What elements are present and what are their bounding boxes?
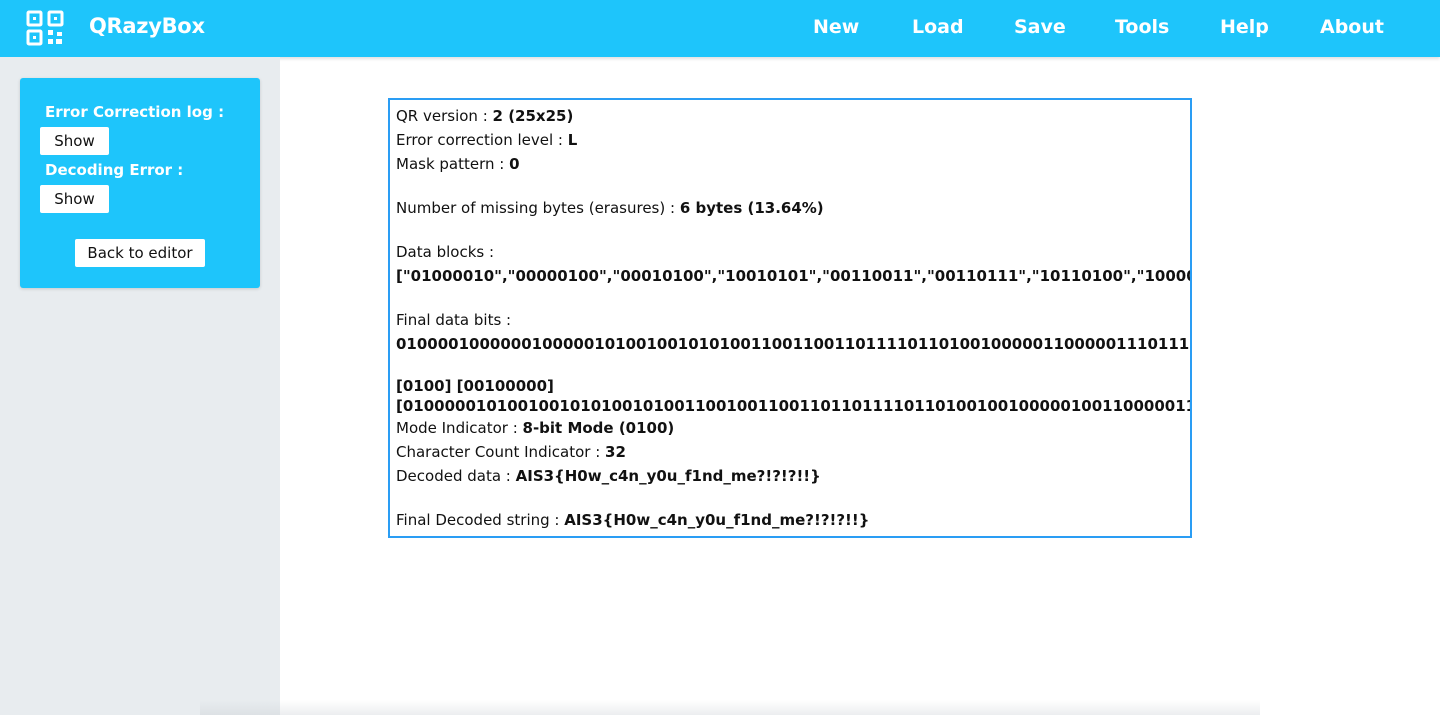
- data-blocks-line: ["01000010","00000100","00010100","10010…: [396, 264, 1192, 288]
- final-bits-line: 0100001000000100000101001001010100110011…: [396, 332, 1190, 356]
- decoding-error-label: Decoding Error :: [45, 161, 184, 179]
- nav-tools[interactable]: Tools: [1115, 16, 1169, 38]
- nav-help[interactable]: Help: [1220, 16, 1269, 38]
- mask-label: Mask pattern :: [396, 155, 510, 173]
- missing-bytes-line: Number of missing bytes (erasures) : 6 b…: [396, 196, 1190, 220]
- decode-result-content: QR version : 2 (25x25) Error correction …: [396, 104, 1192, 532]
- nav-new[interactable]: New: [813, 16, 859, 38]
- segment-bits-line: [010000010100100101010010100110010011001…: [396, 396, 1190, 416]
- ecl-label: Error correction level :: [396, 131, 568, 149]
- decoded-value: AIS3{H0w_c4n_y0u_f1nd_me?!?!?!!}: [515, 467, 821, 485]
- final-bits-value: 0100001000000100000101001001010100110011…: [396, 335, 1190, 353]
- decode-panel: Error Correction log : Show Decoding Err…: [20, 78, 260, 288]
- data-blocks-label: Data blocks :: [396, 243, 495, 261]
- data-blocks-value: ["01000010","00000100","00010100","10010…: [396, 267, 1192, 285]
- nav-save[interactable]: Save: [1014, 16, 1066, 38]
- bottom-shadow: [200, 700, 1260, 715]
- missing-bytes-value: 6 bytes (13.64%): [679, 199, 824, 217]
- final-string-line: Final Decoded string : AIS3{H0w_c4n_y0u_…: [396, 508, 1190, 532]
- final-string-value: AIS3{H0w_c4n_y0u_f1nd_me?!?!?!!}: [564, 511, 870, 529]
- missing-bytes-label: Number of missing bytes (erasures) :: [396, 199, 680, 217]
- decode-result-box: QR version : 2 (25x25) Error correction …: [388, 98, 1192, 538]
- segment-header-line: [0100] [00100000]: [396, 376, 1190, 396]
- nav-about[interactable]: About: [1320, 16, 1384, 38]
- nav-load[interactable]: Load: [912, 16, 964, 38]
- mask-line: Mask pattern : 0: [396, 152, 1190, 176]
- back-to-editor-button[interactable]: Back to editor: [75, 239, 205, 267]
- final-string-label: Final Decoded string :: [396, 511, 565, 529]
- decoded-line: Decoded data : AIS3{H0w_c4n_y0u_f1nd_me?…: [396, 464, 1190, 488]
- ecl-value: L: [567, 131, 578, 149]
- qr-version-line: QR version : 2 (25x25): [396, 104, 1190, 128]
- count-label: Character Count Indicator :: [396, 443, 606, 461]
- final-bits-label: Final data bits :: [396, 311, 512, 329]
- count-value: 32: [605, 443, 626, 461]
- mode-value: 8-bit Mode (0100): [522, 419, 675, 437]
- segment-bits: [010000010100100101010010100110010011001…: [396, 397, 1190, 415]
- ecl-line: Error correction level : L: [396, 128, 1190, 152]
- mask-value: 0: [509, 155, 520, 173]
- qr-code-icon[interactable]: [26, 10, 64, 46]
- decoded-label: Decoded data :: [396, 467, 516, 485]
- qr-version-label: QR version :: [396, 107, 493, 125]
- show-error-correction-button[interactable]: Show: [40, 127, 109, 155]
- mode-line: Mode Indicator : 8-bit Mode (0100): [396, 416, 1190, 440]
- error-correction-label: Error Correction log :: [45, 103, 225, 121]
- qr-version-value: 2 (25x25): [492, 107, 574, 125]
- brand-title[interactable]: QRazyBox: [89, 14, 205, 38]
- mode-label: Mode Indicator :: [396, 419, 523, 437]
- count-line: Character Count Indicator : 32: [396, 440, 1190, 464]
- top-bar: QRazyBox New Load Save Tools Help About: [0, 0, 1440, 57]
- segment-header: [0100] [00100000]: [396, 377, 554, 395]
- show-decoding-error-button[interactable]: Show: [40, 185, 109, 213]
